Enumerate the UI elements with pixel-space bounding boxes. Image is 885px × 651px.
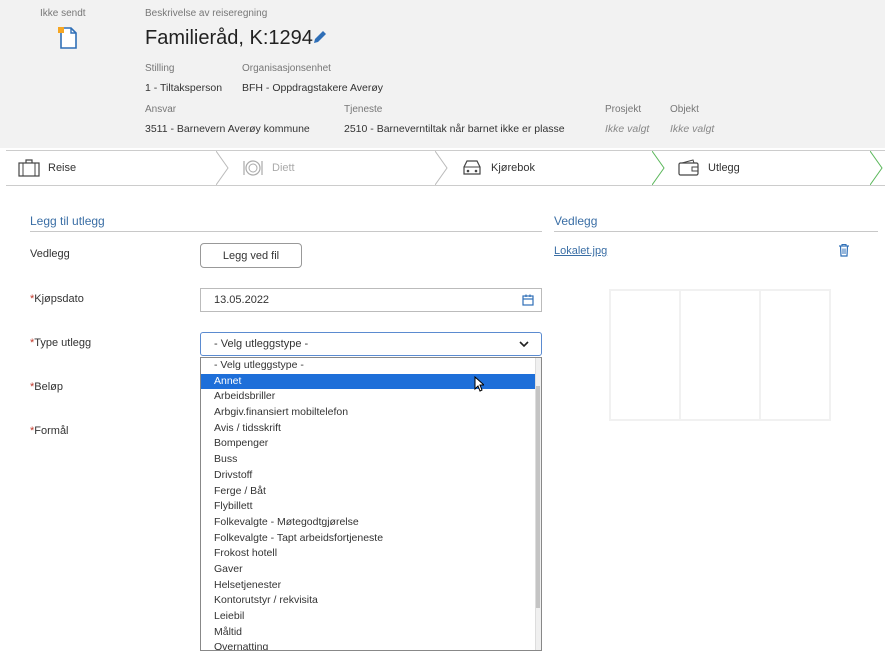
dropdown-scrollbar-thumb[interactable] bbox=[536, 386, 540, 608]
dropdown-option[interactable]: Gaver bbox=[201, 562, 536, 578]
purpose-label-text: Formål bbox=[34, 425, 69, 437]
prosjekt-value: Ikke valgt bbox=[605, 123, 650, 135]
step-navigation: Reise Diett Kjørebok Utlegg bbox=[6, 150, 885, 186]
step-separator bbox=[652, 151, 665, 185]
dropdown-option[interactable]: Folkevalgte - Tapt arbeidsfortjeneste bbox=[201, 531, 536, 547]
attach-file-button[interactable]: Legg ved fil bbox=[200, 243, 302, 268]
dropdown-option[interactable]: Annet bbox=[201, 373, 536, 390]
amount-label: *Beløp bbox=[30, 381, 63, 393]
ansvar-label: Ansvar bbox=[145, 104, 177, 115]
step-separator bbox=[870, 151, 883, 185]
mouse-cursor-icon bbox=[474, 376, 484, 392]
section-title-attachments: Vedlegg bbox=[554, 214, 878, 232]
wallet-icon bbox=[678, 159, 699, 176]
purpose-label: *Formål bbox=[30, 425, 69, 437]
purchase-date-label: *Kjøpsdato bbox=[30, 293, 84, 305]
dropdown-option[interactable]: - Velg utleggstype - bbox=[201, 358, 536, 374]
status-label: Ikke sendt bbox=[40, 8, 86, 19]
attachment-file-link[interactable]: Lokalet.jpg bbox=[554, 245, 607, 257]
description-label: Beskrivelse av reiseregning bbox=[145, 8, 268, 19]
section-title-add-expense: Legg til utlegg bbox=[30, 214, 542, 232]
dropdown-option[interactable]: Overnatting bbox=[201, 640, 536, 650]
step-label-diett: Diett bbox=[272, 162, 295, 174]
purchase-date-input[interactable]: 13.05.2022 bbox=[200, 288, 542, 312]
step-kjorebok[interactable]: Kjørebok bbox=[449, 151, 654, 185]
document-icon bbox=[58, 27, 77, 49]
dropdown-option[interactable]: Flybillett bbox=[201, 499, 536, 515]
step-label-utlegg: Utlegg bbox=[708, 162, 740, 174]
dropdown-option[interactable]: Helsetjenester bbox=[201, 578, 536, 594]
edit-pencil-icon[interactable] bbox=[312, 29, 328, 45]
step-reise[interactable]: Reise bbox=[6, 151, 216, 185]
attachment-label: Vedlegg bbox=[30, 248, 70, 260]
step-separator bbox=[216, 151, 229, 185]
plate-icon bbox=[243, 160, 263, 176]
expense-type-label: *Type utlegg bbox=[30, 337, 91, 349]
dropdown-option[interactable]: Arbeidsbriller bbox=[201, 389, 536, 405]
dropdown-option[interactable]: Arbgiv.finansiert mobiltelefon bbox=[201, 405, 536, 421]
ansvar-value: 3511 - Barnevern Averøy kommune bbox=[145, 123, 310, 135]
calendar-icon[interactable] bbox=[522, 294, 534, 306]
dropdown-option-list: - Velg utleggstype - Annet Arbeidsbriller A… bbox=[201, 358, 541, 650]
step-label-reise: Reise bbox=[48, 162, 77, 174]
step-diett[interactable]: Diett bbox=[230, 151, 440, 185]
chevron-down-icon bbox=[519, 341, 529, 348]
dropdown-option[interactable]: Folkevalgte - Møtegodtgjørelse bbox=[201, 515, 536, 531]
stilling-value: 1 - Tiltaksperson bbox=[145, 82, 223, 94]
step-utlegg[interactable]: Utlegg bbox=[666, 151, 871, 185]
objekt-value: Ikke valgt bbox=[670, 123, 715, 135]
expense-type-select[interactable]: - Velg utleggstype - bbox=[200, 332, 542, 356]
dropdown-option[interactable]: Drivstoff bbox=[201, 468, 536, 484]
amount-label-text: Beløp bbox=[34, 381, 64, 393]
dropdown-option[interactable]: Leiebil bbox=[201, 609, 536, 625]
tjeneste-value: 2510 - Barneverntiltak når barnet ikke e… bbox=[344, 123, 565, 135]
dropdown-option[interactable]: Buss bbox=[201, 452, 536, 468]
trash-icon[interactable] bbox=[838, 243, 850, 257]
dropdown-option[interactable]: Måltid bbox=[201, 625, 536, 641]
step-label-kjorebok: Kjørebok bbox=[491, 162, 536, 174]
objekt-label: Objekt bbox=[670, 104, 699, 115]
dropdown-option[interactable]: Ferge / Båt bbox=[201, 484, 536, 500]
dropdown-option[interactable]: Frokost hotell bbox=[201, 546, 536, 562]
purchase-date-value: 13.05.2022 bbox=[214, 294, 270, 306]
dropdown-option[interactable]: Bompenger bbox=[201, 436, 536, 452]
car-icon bbox=[463, 160, 481, 175]
expense-type-label-text: Type utlegg bbox=[34, 337, 92, 349]
suitcase-icon bbox=[18, 159, 40, 177]
tjeneste-label: Tjeneste bbox=[344, 104, 383, 115]
expense-type-value: - Velg utleggstype - bbox=[214, 338, 309, 350]
step-separator bbox=[435, 151, 448, 185]
expense-type-dropdown[interactable]: - Velg utleggstype - Annet Arbeidsbriller A… bbox=[200, 357, 542, 651]
stilling-label: Stilling bbox=[145, 63, 175, 74]
dropdown-scrollbar[interactable] bbox=[535, 358, 541, 650]
purchase-date-label-text: Kjøpsdato bbox=[34, 293, 84, 305]
dropdown-option[interactable]: Avis / tidsskrift bbox=[201, 421, 536, 437]
org-label: Organisasjonsenhet bbox=[242, 63, 331, 74]
page-title: Familieråd, K:1294 bbox=[145, 27, 313, 49]
prosjekt-label: Prosjekt bbox=[605, 104, 642, 115]
attachment-preview-image bbox=[609, 289, 831, 421]
report-header: Ikke sendt Beskrivelse av reiseregning F… bbox=[0, 0, 885, 148]
org-value: BFH - Oppdragstakere Averøy bbox=[242, 82, 384, 94]
dropdown-option[interactable]: Kontorutstyr / rekvisita bbox=[201, 593, 536, 609]
